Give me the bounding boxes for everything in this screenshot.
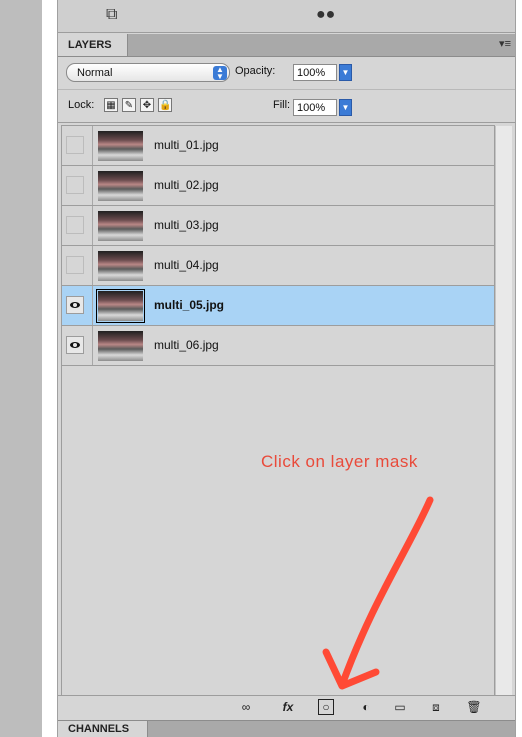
opacity-input[interactable]: 100% (293, 64, 337, 81)
divider (92, 326, 93, 365)
blend-mode-value: Normal (77, 67, 113, 79)
layers-list: multi_01.jpg multi_02.jpg multi_03.jpg m… (61, 125, 512, 696)
visibility-eye-icon[interactable] (66, 296, 84, 314)
layer-thumbnail (96, 289, 145, 323)
layers-panel-container: ⧉ ●● LAYERS ▾≡ Normal ▲ ▼ Opacity: 100% ▼… (57, 0, 516, 737)
app-gutter (0, 0, 42, 737)
layer-row[interactable]: multi_04.jpg (62, 246, 494, 286)
panel-menu-icon[interactable]: ▾≡ (499, 37, 511, 50)
lock-all-icon[interactable]: 🔒 (158, 98, 172, 112)
top-icon-strip: ⧉ ●● (58, 0, 515, 33)
new-layer-icon[interactable]: ⧈ (428, 699, 444, 715)
blend-mode-select[interactable]: Normal ▲ ▼ (66, 63, 230, 82)
tab-channels[interactable]: CHANNELS (58, 721, 148, 737)
visibility-eye-icon[interactable] (66, 176, 84, 194)
scrollbar[interactable] (495, 126, 512, 695)
divider (92, 166, 93, 205)
layer-row[interactable]: multi_03.jpg (62, 206, 494, 246)
tab-layers[interactable]: LAYERS (58, 34, 128, 56)
layers-bottom-toolbar: ∞ fx ○ ◐ ▭ ⧈ 🗑 (58, 695, 515, 719)
visibility-eye-icon[interactable] (66, 136, 84, 154)
trash-icon[interactable]: 🗑 (466, 699, 482, 715)
lock-transparent-icon[interactable]: ▦ (104, 98, 118, 112)
divider (92, 286, 93, 325)
layer-thumbnail (98, 171, 143, 201)
layer-row[interactable]: multi_02.jpg (62, 166, 494, 206)
visibility-eye-icon[interactable] (66, 336, 84, 354)
layer-row[interactable]: multi_01.jpg (62, 126, 494, 166)
blend-opacity-row: Normal ▲ ▼ Opacity: 100% ▼ (58, 57, 515, 90)
layer-name: multi_04.jpg (154, 258, 219, 272)
fx-icon[interactable]: fx (280, 699, 296, 715)
layer-row-selected[interactable]: multi_05.jpg (62, 286, 494, 326)
paths-icon[interactable]: ●● (316, 6, 335, 24)
channels-tabbar: CHANNELS (58, 720, 515, 737)
layer-thumbnail (98, 211, 143, 241)
visibility-eye-icon[interactable] (66, 256, 84, 274)
link-icon[interactable]: ∞ (238, 699, 254, 715)
opacity-label: Opacity: (235, 65, 276, 77)
annotation-text: Click on layer mask (261, 452, 418, 471)
layer-row[interactable]: multi_06.jpg (62, 326, 494, 366)
lock-image-icon[interactable]: ✎ (122, 98, 136, 112)
layer-comp-icon[interactable]: ⧉ (106, 6, 117, 24)
fill-input[interactable]: 100% (293, 99, 337, 116)
fill-label: Fill: (273, 99, 291, 111)
divider (92, 126, 93, 165)
lock-label: Lock: (68, 99, 95, 111)
layer-thumbnail (98, 331, 143, 361)
layer-mask-icon[interactable]: ○ (318, 699, 334, 715)
divider (92, 206, 93, 245)
layer-name: multi_05.jpg (154, 298, 225, 312)
layer-thumbnail (98, 131, 143, 161)
visibility-eye-icon[interactable] (66, 216, 84, 234)
fill-dropdown-icon[interactable]: ▼ (339, 99, 352, 116)
layers-tabbar: LAYERS ▾≡ (58, 34, 515, 57)
divider (92, 246, 93, 285)
group-folder-icon[interactable]: ▭ (392, 699, 408, 715)
layer-name: multi_02.jpg (154, 178, 219, 192)
lock-fill-row: Lock: ▦ ✎ ✥ 🔒 Fill: 100% ▼ (58, 90, 515, 123)
layer-name: multi_06.jpg (154, 338, 219, 352)
lock-position-icon[interactable]: ✥ (140, 98, 154, 112)
opacity-dropdown-icon[interactable]: ▼ (339, 64, 352, 81)
layer-name: multi_01.jpg (154, 138, 219, 152)
blend-mode-stepper-icon[interactable]: ▲ ▼ (213, 66, 227, 81)
layer-thumbnail (98, 251, 143, 281)
layer-name: multi_03.jpg (154, 218, 219, 232)
adjustment-icon[interactable]: ◐ (358, 699, 374, 715)
